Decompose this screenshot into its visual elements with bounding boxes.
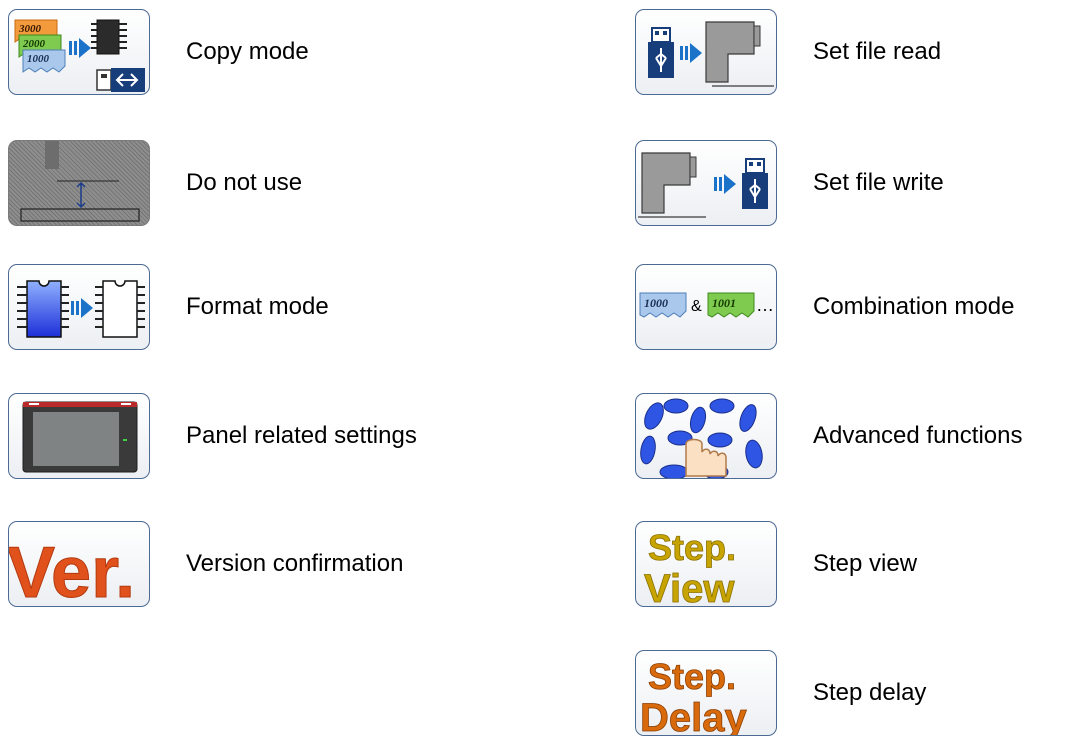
combination-mode-row: 1000 & 1001 … Combination mode: [635, 264, 1014, 350]
panel-settings-row: Panel related settings: [8, 393, 417, 479]
set-file-read-row: Set file read: [635, 9, 941, 95]
svg-text:2000: 2000: [22, 38, 46, 50]
version-icon: Ver.: [9, 533, 136, 607]
do-not-use-button[interactable]: [8, 140, 150, 226]
copy-mode-row: 3000 2000 1000 Copy mode: [8, 9, 309, 95]
advanced-functions-icon: [640, 398, 763, 478]
panel-settings-label: Panel related settings: [186, 422, 417, 449]
version-button[interactable]: Ver.: [8, 521, 150, 607]
filled-chip-icon: [17, 280, 69, 338]
svg-text:3000: 3000: [18, 23, 42, 35]
svg-text:1001: 1001: [712, 296, 736, 310]
sewing-machine-icon: [638, 152, 706, 218]
transfer-arrow-icon: [71, 298, 93, 318]
copy-mode-label: Copy mode: [186, 38, 309, 65]
advanced-functions-button[interactable]: [635, 393, 777, 479]
step-delay-button[interactable]: Step. Delay: [635, 650, 777, 736]
transfer-arrow-icon: [714, 174, 736, 194]
transfer-arrow-icon: [680, 43, 702, 63]
format-mode-label: Format mode: [186, 293, 329, 320]
svg-text:Delay: Delay: [640, 696, 747, 736]
transfer-arrow-icon: [69, 38, 91, 58]
step-view-icon: Step. View: [644, 527, 737, 607]
step-view-button[interactable]: Step. View: [635, 521, 777, 607]
combination-mode-button[interactable]: 1000 & 1001 …: [635, 264, 777, 350]
copy-mode-button[interactable]: 3000 2000 1000: [8, 9, 150, 95]
chip-icon: [91, 19, 127, 55]
svg-text:Step.: Step.: [648, 656, 736, 697]
tag-1000-icon: 1000: [22, 49, 66, 73]
usb-transfer-icon: [96, 68, 145, 92]
advanced-functions-row: Advanced functions: [635, 393, 1022, 479]
ellipsis-text: …: [756, 295, 774, 315]
step-view-label: Step view: [813, 550, 918, 577]
combination-icon: 1000 & 1001 …: [639, 292, 774, 318]
step-delay-label: Step delay: [813, 679, 927, 706]
combination-mode-label: Combination mode: [813, 293, 1015, 320]
version-row: Ver. Version confirmation: [8, 521, 403, 607]
svg-text:1000: 1000: [27, 53, 50, 65]
step-delay-row: Step. Delay Step delay: [635, 650, 926, 736]
set-file-write-row: Set file write: [635, 140, 944, 226]
copy-mode-icon: 3000 2000 1000: [14, 19, 145, 92]
usb-stick-icon: [648, 27, 674, 78]
svg-text:1000: 1000: [644, 296, 668, 310]
svg-text:Step.: Step.: [648, 527, 736, 568]
set-file-read-button[interactable]: [635, 9, 777, 95]
panel-icon: [22, 401, 138, 473]
panel-settings-button[interactable]: [8, 393, 150, 479]
set-file-write-label: Set file write: [813, 169, 944, 196]
usb-stick-icon: [742, 158, 768, 209]
set-file-read-label: Set file read: [813, 38, 942, 65]
format-mode-icon: [17, 280, 145, 338]
format-mode-row: Format mode: [8, 264, 329, 350]
format-mode-button[interactable]: [8, 264, 150, 350]
machine-to-usb-icon: [638, 152, 768, 218]
do-not-use-icon: [20, 141, 140, 222]
do-not-use-label: Do not use: [186, 169, 303, 196]
empty-chip-icon: [95, 280, 145, 338]
sewing-machine-icon: [705, 21, 774, 87]
tag-1000-icon: 1000: [639, 292, 687, 318]
advanced-functions-label: Advanced functions: [813, 422, 1023, 449]
usb-to-machine-icon: [648, 21, 774, 87]
step-view-row: Step. View Step view: [635, 521, 917, 607]
version-label: Version confirmation: [186, 550, 404, 577]
ampersand-text: &: [691, 298, 702, 315]
set-file-write-button[interactable]: [635, 140, 777, 226]
do-not-use-row: Do not use: [8, 140, 302, 226]
tag-1001-icon: 1001: [707, 292, 755, 318]
svg-text:View: View: [644, 567, 735, 607]
svg-text:Ver.: Ver.: [9, 533, 135, 607]
step-delay-icon: Step. Delay: [640, 656, 748, 736]
